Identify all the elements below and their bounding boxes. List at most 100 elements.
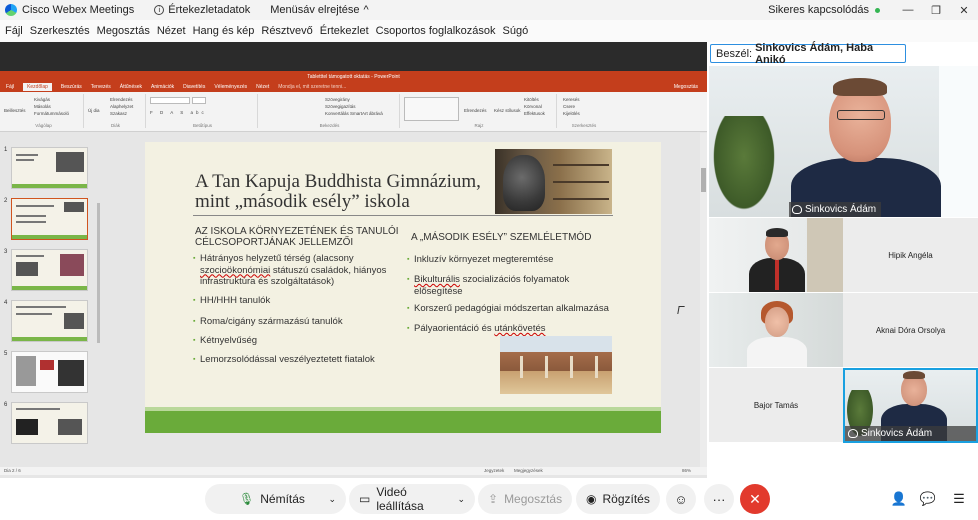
participant-name-tag: Sinkovics Ádám — [845, 426, 976, 441]
slide-thumbnail-5[interactable] — [11, 351, 88, 393]
thumb-image — [64, 202, 84, 212]
emoji-icon: ☺ — [674, 491, 688, 507]
bullet-item: Roma/cigány származású tanulók — [193, 316, 343, 328]
video-camera-icon: ▭ — [359, 492, 371, 506]
ppt-title-bar: Tabletttel támogatott oktatás - PowerPoi… — [0, 71, 707, 82]
more-button[interactable]: ··· — [704, 484, 734, 514]
shape-outline-button[interactable]: Körvonal — [524, 104, 542, 109]
info-icon: i — [154, 5, 165, 15]
cut-button[interactable]: Kivágás — [34, 97, 50, 102]
menu-help[interactable]: Súgó — [503, 25, 529, 37]
slide-number: 1 — [4, 147, 8, 153]
select-button[interactable]: Kijelölés — [563, 111, 580, 116]
slide-thumbnail-2[interactable] — [11, 198, 88, 240]
ppt-tab-view[interactable]: Nézet — [256, 84, 269, 90]
stop-video-button[interactable]: ▭ Videó leállítása ⌄ — [349, 484, 475, 514]
slide-thumbnail-6[interactable] — [11, 402, 88, 444]
mute-button[interactable]: 🎙 Némítás ⌄ — [205, 484, 346, 514]
participant-tile-aknai[interactable]: Aknai Dóra Orsolya — [843, 293, 978, 367]
find-button[interactable]: Keresés — [563, 97, 580, 102]
share-button[interactable]: ⇪ Megosztás — [478, 484, 572, 514]
copy-button[interactable]: Másolás — [34, 104, 51, 109]
restore-button[interactable]: ❐ — [922, 4, 950, 17]
scrollbar-thumb[interactable] — [701, 168, 706, 192]
menu-participant[interactable]: Résztvevő — [261, 25, 312, 37]
current-slide[interactable]: A Tan Kapuja Buddhista Gimnázium, mint „… — [145, 142, 661, 433]
chevron-down-icon[interactable]: ⌄ — [457, 494, 465, 505]
thumb-image — [58, 419, 82, 435]
ppt-tab-animations[interactable]: Animációk — [151, 84, 174, 90]
paste-button[interactable]: Beillesztés — [4, 108, 26, 113]
menu-share[interactable]: Megosztás — [97, 25, 150, 37]
menu-button[interactable]: ☰ — [944, 484, 974, 514]
arrange-button[interactable]: Elrendezés — [464, 108, 487, 113]
slide-thumbnail-1[interactable] — [11, 147, 88, 189]
share-screen-icon: ⇪ — [488, 492, 499, 506]
chat-button[interactable]: 💬 — [913, 484, 943, 514]
menu-file[interactable]: Fájl — [5, 25, 23, 37]
align-text-button[interactable]: Szövegigazítás — [325, 104, 356, 109]
smartart-button[interactable]: Konvertálás SmartArt ábrává — [325, 111, 383, 116]
participants-button[interactable]: 👤 — [884, 484, 914, 514]
section-button[interactable]: Szakasz — [110, 111, 127, 116]
ppt-tab-insert[interactable]: Beszúrás — [61, 84, 82, 90]
replace-button[interactable]: Csere — [563, 104, 575, 109]
ppt-ribbon: Beillesztés Kivágás Másolás Formátummáso… — [0, 92, 707, 132]
ppt-tab-transitions[interactable]: Áttűnések — [120, 84, 142, 90]
active-speaker-video[interactable]: Sinkovics Ádám — [709, 66, 978, 217]
new-slide-button[interactable]: Új dia — [88, 108, 100, 113]
menu-icon: ☰ — [953, 491, 965, 506]
shapes-gallery[interactable] — [404, 97, 459, 121]
slide-thumbnail-4[interactable] — [11, 300, 88, 342]
close-button[interactable]: ✕ — [950, 4, 978, 17]
ribbon-group-editing: Keresés Csere Kijelölés Szerkesztés — [559, 94, 609, 128]
ppt-tab-design[interactable]: Tervezés — [91, 84, 111, 90]
background-cabinet — [807, 218, 843, 292]
speaker-hair — [833, 78, 887, 96]
menu-edit[interactable]: Szerkesztés — [30, 25, 90, 37]
ppt-tab-review[interactable]: Véleményezés — [214, 84, 247, 90]
slide-thumbnail-3[interactable] — [11, 249, 88, 291]
menu-breakout[interactable]: Csoportos foglalkozások — [376, 25, 496, 37]
participant-video-tile[interactable] — [709, 293, 843, 367]
format-painter-button[interactable]: Formátummásoló — [34, 111, 69, 116]
self-video-tile[interactable]: Sinkovics Ádám — [843, 368, 978, 443]
thumb-footer — [12, 286, 87, 290]
left-column-heading: AZ ISKOLA KÖRNYEZETÉNEK ÉS TANULÓI CÉLCS… — [195, 226, 399, 248]
font-size-box[interactable] — [192, 97, 206, 104]
ppt-share-button[interactable]: Megosztás — [674, 84, 698, 90]
chevron-down-icon[interactable]: ⌄ — [328, 494, 336, 505]
ppt-tell-me[interactable]: Mondja el, mit szeretne tenni... — [278, 84, 346, 90]
layout-button[interactable]: Elrendezés — [110, 97, 133, 102]
zoom-level[interactable]: 86% — [682, 468, 691, 473]
notes-button[interactable]: Jegyzetek — [484, 468, 504, 473]
slide-scrollbar[interactable] — [700, 133, 707, 467]
shape-fill-button[interactable]: Kitöltés — [524, 97, 539, 102]
emoji-button[interactable]: ☺ — [666, 484, 696, 514]
audio-icon — [848, 429, 858, 438]
quick-styles-button[interactable]: Kész stílusok — [494, 108, 521, 113]
leave-button[interactable]: ✕ — [740, 484, 770, 514]
text-direction-button[interactable]: Szövegirány — [325, 97, 350, 102]
ppt-tab-slideshow[interactable]: Diavetítés — [183, 84, 205, 90]
ppt-tab-file[interactable]: Fájl — [6, 84, 14, 90]
participant-tile-bajor[interactable]: Bajor Tamás — [709, 368, 843, 442]
shape-effects-button[interactable]: Effektusok — [524, 111, 545, 116]
reset-button[interactable]: Alaphelyzet — [110, 104, 133, 109]
menu-meeting[interactable]: Értekezlet — [320, 25, 369, 37]
ppt-tab-home[interactable]: Kezdőlap — [23, 83, 52, 91]
participant-tile-hipik[interactable]: Hipik Angéla — [843, 218, 978, 292]
hide-menu-button[interactable]: Menüsáv elrejtése ^ — [270, 4, 368, 16]
stop-video-label: Videó leállítása — [376, 485, 424, 513]
record-button[interactable]: ◉ Rögzítés — [576, 484, 660, 514]
menu-audio-video[interactable]: Hang és kép — [193, 25, 255, 37]
meeting-info-button[interactable]: i Értekezletadatok — [154, 4, 250, 16]
more-icon: ··· — [712, 491, 726, 507]
font-family-box[interactable] — [150, 97, 190, 104]
participant-video-tile[interactable] — [709, 218, 843, 292]
menu-view[interactable]: Nézet — [157, 25, 186, 37]
minimize-button[interactable]: — — [894, 4, 922, 16]
font-style-buttons[interactable]: F D A S abc — [150, 110, 207, 115]
participant-hair — [766, 228, 788, 237]
comments-button[interactable]: Megjegyzések — [514, 468, 543, 473]
